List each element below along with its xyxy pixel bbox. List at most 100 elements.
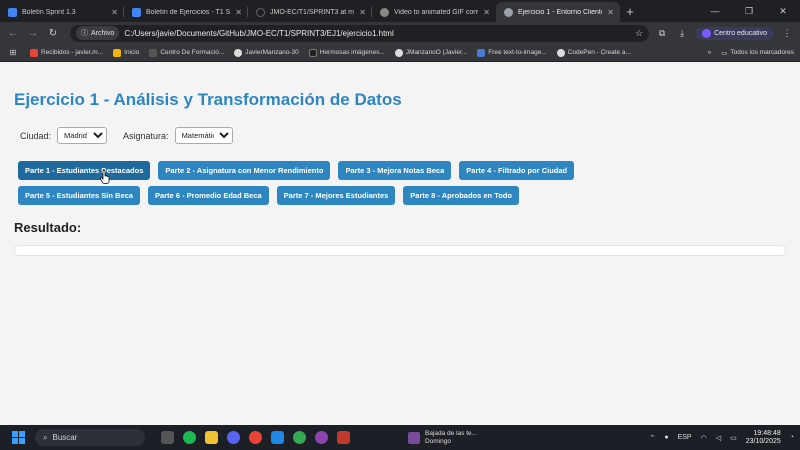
bookmark-item[interactable]: Recibidos - javier.m... xyxy=(30,48,104,57)
bookmark-star-icon[interactable]: ☆ xyxy=(635,28,643,39)
bookmark-item[interactable]: Centro De Formació... xyxy=(149,48,225,57)
tab-strip: Boletín Sprint 1.3 ✕ Boletín de Ejercici… xyxy=(0,0,800,22)
notifications-icon[interactable]: ◔ xyxy=(790,434,794,441)
tab-title: Boletín Sprint 1.3 xyxy=(22,8,76,16)
tab-title: Ejercicio 1 - Entorno Cliente (Sp xyxy=(518,8,602,16)
bookmark-item[interactable]: Hermosas imágenes... xyxy=(308,48,385,57)
docs-icon xyxy=(8,7,17,17)
menu-icon[interactable]: ⋮ xyxy=(780,28,794,39)
bookmark-label: Centro De Formació... xyxy=(160,49,225,56)
hand-cursor-icon xyxy=(100,170,110,184)
profile-button[interactable]: Centro educativo xyxy=(695,26,774,40)
part6-button[interactable]: Parte 6 - Promedio Edad Beca xyxy=(147,186,269,205)
browser-tab-3[interactable]: JMO-EC/T1/SPRINT3 at main · ✕ xyxy=(248,2,372,22)
folder-icon xyxy=(113,48,122,57)
url-text[interactable]: C:/Users/javie/Documents/GitHub/JMO-EC/T… xyxy=(124,29,630,38)
close-icon[interactable]: ✕ xyxy=(235,8,242,17)
bookmark-label: Free text-to-image... xyxy=(488,49,547,56)
mic-icon[interactable]: ● xyxy=(664,434,668,441)
taskbar-apps xyxy=(161,431,350,444)
battery-icon[interactable]: ▭ xyxy=(730,434,737,442)
action-buttons: Parte 1 - Estudiantes Destacados Parte 2… xyxy=(18,161,698,205)
extensions-icon[interactable]: ⧉ xyxy=(655,28,669,39)
close-icon[interactable]: ✕ xyxy=(607,8,614,17)
docs-icon xyxy=(132,7,141,17)
page-title: Ejercicio 1 - Análisis y Transformación … xyxy=(14,90,402,109)
github-icon xyxy=(234,48,243,57)
more-bookmarks-button[interactable]: » xyxy=(708,49,712,56)
browser-tab-4[interactable]: Video to animated GIF converter ✕ xyxy=(372,2,496,22)
minimize-icon[interactable]: — xyxy=(698,6,732,16)
discord-icon[interactable] xyxy=(227,431,240,444)
spotify-icon[interactable] xyxy=(183,431,196,444)
language-indicator[interactable]: ESP xyxy=(678,434,692,441)
apps-grid-icon[interactable]: ⊞ xyxy=(6,48,20,57)
city-select[interactable]: Madrid xyxy=(57,127,108,144)
github-icon xyxy=(256,7,265,17)
part8-button[interactable]: Parte 8 - Aprobados en Todo xyxy=(403,186,519,205)
new-tab-button[interactable]: + xyxy=(620,2,640,22)
taskbar-search[interactable]: ⌕ Buscar xyxy=(35,429,145,446)
chrome-profile-icon[interactable] xyxy=(293,431,306,444)
bookmark-item[interactable]: JavierManzano-30 xyxy=(234,48,299,57)
window-controls: — ❐ ✕ xyxy=(698,0,800,22)
part1-button[interactable]: Parte 1 - Estudiantes Destacados xyxy=(18,161,151,180)
address-bar[interactable]: ⓘ Archivo C:/Users/javie/Documents/GitHub… xyxy=(70,24,650,42)
bookmark-item[interactable]: CodePen - Create a... xyxy=(556,48,631,57)
ai-image-icon xyxy=(477,48,486,57)
vscode-icon[interactable] xyxy=(271,431,284,444)
close-icon[interactable]: ✕ xyxy=(359,8,366,17)
bookmark-label: JavierManzano-30 xyxy=(245,49,299,56)
profile-label: Centro educativo xyxy=(714,29,767,37)
back-icon[interactable]: ← xyxy=(6,28,20,39)
wifi-icon[interactable]: ◠ xyxy=(701,434,707,442)
file-explorer-icon[interactable] xyxy=(205,431,218,444)
codepen-icon xyxy=(556,48,565,57)
tab-title: JMO-EC/T1/SPRINT3 at main · xyxy=(270,8,355,16)
bookmark-item[interactable]: Inicio xyxy=(113,48,140,57)
browser-tab-5-active[interactable]: Ejercicio 1 - Entorno Cliente (Sp ✕ xyxy=(496,2,620,22)
part4-button[interactable]: Parte 4 - Filtrado por Ciudad xyxy=(459,161,575,180)
avatar xyxy=(702,28,712,38)
tab-title: Video to animated GIF converter xyxy=(394,8,478,16)
media-title: Bajada de las te... xyxy=(425,429,478,437)
filters-row: Ciudad: Madrid Asignatura: Matemáticas xyxy=(20,127,233,144)
search-label: Buscar xyxy=(52,433,78,442)
all-bookmarks-button[interactable]: ▭ Todos los marcadores xyxy=(721,49,794,57)
close-icon[interactable]: ✕ xyxy=(111,8,118,17)
restore-icon[interactable]: ❐ xyxy=(732,6,766,17)
close-window-icon[interactable]: ✕ xyxy=(766,6,800,17)
file-chip[interactable]: ⓘ Archivo xyxy=(76,26,120,40)
close-icon[interactable]: ✕ xyxy=(483,8,490,17)
bookmark-label: Recibidos - javier.m... xyxy=(41,49,104,56)
part2-button[interactable]: Parte 2 - Asignatura con Menor Rendimien… xyxy=(158,161,331,180)
browser-tab-1[interactable]: Boletín Sprint 1.3 ✕ xyxy=(0,2,124,22)
github-desktop-icon[interactable] xyxy=(315,431,328,444)
volume-icon[interactable]: ◁ xyxy=(716,434,721,442)
task-view-icon[interactable] xyxy=(161,431,174,444)
chrome-icon[interactable] xyxy=(249,431,262,444)
bookmark-item[interactable]: JManzanoO (Javier... xyxy=(394,48,467,57)
windows-taskbar: ⌕ Buscar Bajada de las te... Domingo ⌃ ● E… xyxy=(0,425,800,450)
chevron-up-icon[interactable]: ⌃ xyxy=(649,434,655,442)
media-widget[interactable]: Bajada de las te... Domingo xyxy=(408,430,477,446)
browser-tab-2[interactable]: Boletín de Ejercicios - T1 Sprint ✕ xyxy=(124,2,248,22)
download-icon[interactable]: ⤓ xyxy=(675,28,689,39)
bookmark-item[interactable]: Free text-to-image... xyxy=(477,48,547,57)
reload-icon[interactable]: ↻ xyxy=(46,28,60,39)
file-chip-label: Archivo xyxy=(91,29,115,37)
tab-title: Boletín de Ejercicios - T1 Sprint xyxy=(146,8,231,16)
info-icon: ⓘ xyxy=(81,30,88,37)
forward-icon[interactable]: → xyxy=(26,28,40,39)
part7-button[interactable]: Parte 7 - Mejores Estudiantes xyxy=(276,186,396,205)
windows-start-icon[interactable] xyxy=(12,431,25,444)
part5-button[interactable]: Parte 5 - Estudiantes Sin Beca xyxy=(18,186,140,205)
bookmark-label: Inicio xyxy=(124,49,140,56)
subject-select[interactable]: Matemáticas xyxy=(174,127,233,144)
part3-button[interactable]: Parte 3 - Mejora Notas Beca xyxy=(338,161,452,180)
system-tray: ⌃ ● ESP ◠ ◁ ▭ 19:48:48 23/10/2025 ◔ xyxy=(649,430,794,446)
converter-icon xyxy=(380,7,389,17)
clock[interactable]: 19:48:48 23/10/2025 xyxy=(746,430,781,446)
screen-recorder-icon[interactable] xyxy=(337,431,350,444)
all-bookmarks-label: Todos los marcadores xyxy=(730,49,794,56)
